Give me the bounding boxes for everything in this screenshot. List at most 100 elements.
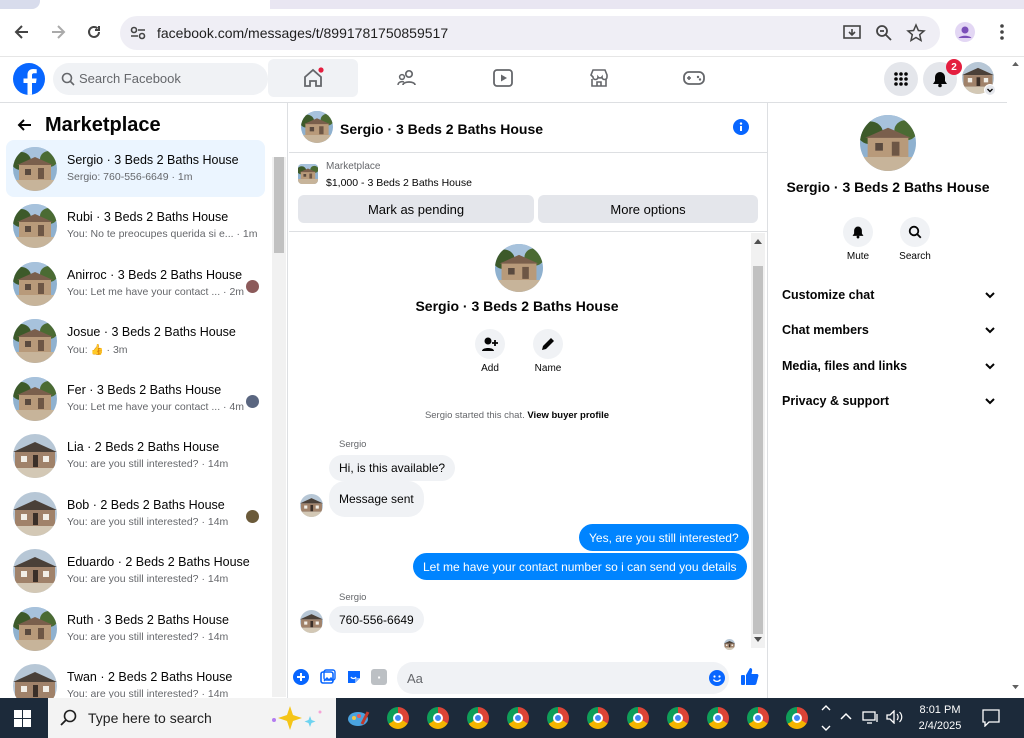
taskbar-chrome-icon[interactable]	[507, 707, 529, 729]
show-hidden-icons-button[interactable]	[840, 711, 852, 723]
browser-menu-button[interactable]	[987, 17, 1017, 47]
send-like-button[interactable]	[740, 667, 759, 686]
listing-title[interactable]: $1,000 - 3 Beds 2 Baths House	[326, 177, 472, 189]
url-text[interactable]: facebook.com/messages/t/8991781750859517	[157, 25, 448, 41]
page-scrollbar[interactable]	[1007, 57, 1024, 698]
message-input-placeholder: Aa	[407, 671, 423, 686]
taskbar-chrome-icon[interactable]	[547, 707, 569, 729]
taskbar-chrome-icon[interactable]	[786, 707, 808, 729]
incoming-message[interactable]: Hi, is this available?	[329, 455, 456, 481]
conversation-item[interactable]: Lia · 2 Beds 2 Baths House You: are you …	[6, 427, 265, 484]
name-button[interactable]	[533, 329, 563, 359]
menu-button[interactable]	[884, 62, 918, 96]
search-in-conversation-button[interactable]	[900, 217, 930, 247]
more-options-button[interactable]: More options	[538, 195, 758, 223]
conversation-preview: Sergio: 760-556-6649 · 1m	[67, 171, 193, 183]
conversation-item[interactable]: Ruth · 3 Beds 2 Baths House You: are you…	[6, 600, 265, 657]
grid-menu-icon	[894, 72, 908, 86]
taskbar-chrome-icon[interactable]	[747, 707, 769, 729]
conversation-title: Anirroc · 3 Beds 2 Baths House	[67, 268, 243, 282]
chat-avatar[interactable]	[301, 111, 333, 143]
incoming-message[interactable]: 760-556-6649	[329, 606, 424, 633]
conversation-item[interactable]: Rubi · 3 Beds 2 Baths House You: No te p…	[6, 197, 265, 254]
facebook-search[interactable]: Search Facebook	[53, 63, 268, 95]
listing-thumbnail	[298, 164, 318, 184]
site-settings-icon[interactable]	[128, 23, 148, 43]
nav-video-tab[interactable]	[458, 57, 548, 99]
conversation-item[interactable]: Anirroc · 3 Beds 2 Baths House You: Let …	[6, 255, 265, 312]
back-arrow-button[interactable]	[16, 116, 34, 134]
scrollbar-thumb[interactable]	[274, 157, 284, 253]
chat-scrollbar[interactable]	[751, 233, 765, 648]
system-clock[interactable]: 8:01 PM 2/4/2025	[912, 702, 968, 734]
bookmark-star-icon[interactable]	[906, 23, 926, 43]
scroll-up-icon[interactable]	[1012, 61, 1019, 66]
conversation-item[interactable]: Sergio · 3 Beds 2 Baths House Sergio: 76…	[6, 140, 265, 197]
taskbar-chrome-icon[interactable]	[587, 707, 609, 729]
facebook-logo[interactable]	[13, 63, 45, 95]
mark-as-pending-button[interactable]: Mark as pending	[298, 195, 534, 223]
browser-tab[interactable]	[0, 0, 40, 9]
conversation-item[interactable]: Josue · 3 Beds 2 Baths House You: 👍 · 3m	[6, 312, 265, 369]
account-chevron-icon[interactable]	[984, 84, 996, 96]
profile-button[interactable]	[950, 17, 980, 47]
address-bar[interactable]: facebook.com/messages/t/8991781750859517	[120, 16, 940, 50]
attach-photo-button[interactable]	[320, 669, 336, 685]
scrollbar-thumb[interactable]	[753, 266, 763, 634]
conversation-details-panel: Sergio · 3 Beds 2 Baths House Mute Searc…	[767, 103, 1007, 698]
incoming-message[interactable]: Message sent	[329, 481, 424, 517]
reload-button[interactable]	[79, 17, 109, 47]
privacy-support-row[interactable]: Privacy & support	[782, 391, 996, 413]
taskbar-overflow-scroller[interactable]	[820, 701, 832, 735]
nav-friends-tab[interactable]	[362, 57, 452, 99]
sender-avatar[interactable]	[300, 610, 323, 633]
scroll-up-icon[interactable]	[754, 238, 762, 244]
chat-title[interactable]: Sergio · 3 Beds 2 Baths House	[340, 121, 543, 137]
mute-button[interactable]	[843, 217, 873, 247]
conversation-item[interactable]: Fer · 3 Beds 2 Baths House You: Let me h…	[6, 370, 265, 427]
taskbar-chrome-icon[interactable]	[707, 707, 729, 729]
conversation-item[interactable]: Eduardo · 2 Beds 2 Baths House You: are …	[6, 542, 265, 599]
taskbar-search[interactable]: Type here to search	[48, 698, 336, 738]
action-center-button[interactable]	[982, 709, 1000, 727]
conversation-item[interactable]: Twan · 2 Beds 2 Baths House You: are you…	[6, 657, 265, 698]
bell-icon	[933, 72, 947, 88]
nav-home-tab[interactable]	[268, 59, 358, 97]
conversation-info-button[interactable]	[733, 119, 749, 135]
outgoing-message[interactable]: Let me have your contact number so i can…	[413, 553, 747, 580]
view-buyer-profile-link[interactable]: View buyer profile	[527, 410, 609, 421]
taskbar-chrome-icon[interactable]	[467, 707, 489, 729]
network-status[interactable]	[862, 710, 880, 724]
message-input[interactable]: Aa	[397, 662, 729, 694]
emoji-icon[interactable]	[709, 670, 725, 686]
install-app-icon[interactable]	[842, 23, 862, 43]
nav-marketplace-tab[interactable]	[554, 57, 644, 99]
conversation-preview: You: Let me have your contact ... · 2m	[67, 286, 245, 298]
back-button[interactable]	[7, 17, 37, 47]
customize-chat-row[interactable]: Customize chat	[782, 285, 996, 307]
conversation-preview: You: No te preocupes querida si e... · 1…	[67, 228, 258, 240]
chat-members-row[interactable]: Chat members	[782, 320, 996, 342]
sender-avatar[interactable]	[300, 494, 323, 517]
more-actions-button[interactable]	[293, 669, 309, 685]
outgoing-message[interactable]: Yes, are you still interested?	[579, 524, 749, 551]
taskbar-chrome-icon[interactable]	[387, 707, 409, 729]
taskbar-chrome-icon[interactable]	[427, 707, 449, 729]
gif-icon[interactable]: ▪	[371, 669, 387, 685]
taskbar-app-paint[interactable]	[346, 706, 370, 730]
scroll-down-icon[interactable]	[1012, 685, 1019, 690]
nav-gaming-tab[interactable]	[649, 57, 739, 99]
conversation-item[interactable]: Bob · 2 Beds 2 Baths House You: are you …	[6, 485, 265, 542]
taskbar-chrome-icon[interactable]	[627, 707, 649, 729]
listing-thumbnail	[13, 377, 57, 421]
media-files-links-row[interactable]: Media, files and links	[782, 356, 996, 378]
zoom-icon[interactable]	[874, 23, 894, 43]
volume-control[interactable]	[886, 710, 904, 724]
add-button[interactable]	[475, 329, 505, 359]
sticker-button[interactable]	[346, 669, 362, 685]
start-button[interactable]	[14, 710, 31, 727]
forward-button[interactable]	[43, 17, 73, 47]
conversation-list-scrollbar[interactable]	[272, 157, 286, 697]
scroll-down-icon[interactable]	[754, 637, 762, 643]
taskbar-chrome-icon[interactable]	[667, 707, 689, 729]
